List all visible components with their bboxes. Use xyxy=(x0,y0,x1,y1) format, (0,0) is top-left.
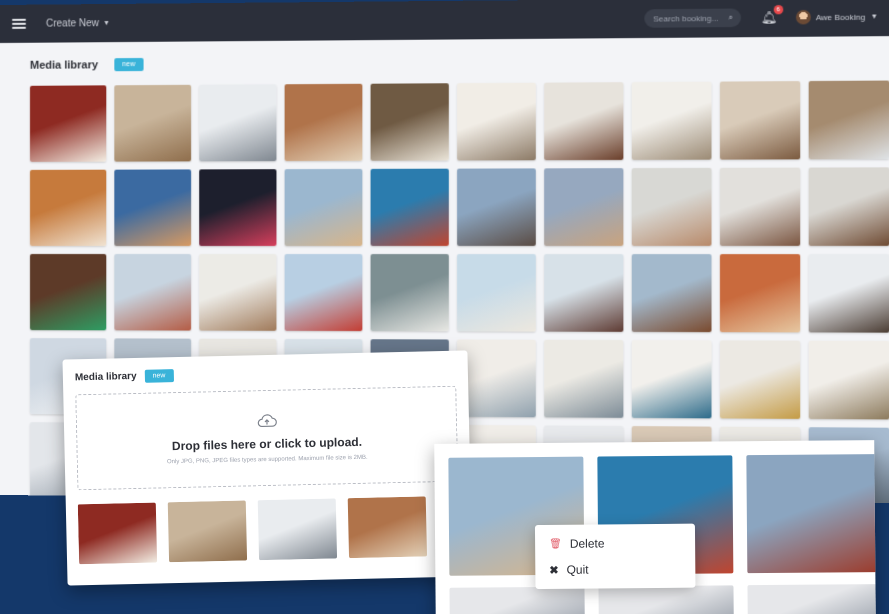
media-tile-lounge[interactable] xyxy=(719,81,801,160)
media-tile-forest-cabin[interactable] xyxy=(370,254,449,332)
media-tile-row-houses[interactable] xyxy=(114,254,192,331)
search-input[interactable]: Search booking... ⌕ xyxy=(644,8,742,28)
media-tile-living-blue[interactable] xyxy=(544,339,624,418)
media-tile-city-chicago[interactable] xyxy=(457,168,536,246)
chevron-down-icon: ▼ xyxy=(870,12,878,21)
media-tile-man-beard[interactable] xyxy=(808,167,889,246)
trash-icon: 🗑︎ xyxy=(549,538,562,550)
user-name: Awe Booking xyxy=(815,12,866,22)
quit-menu-item[interactable]: ✖ Quit xyxy=(535,556,695,583)
upload-new-button[interactable]: new xyxy=(144,369,174,383)
media-tile-compass[interactable] xyxy=(808,254,889,333)
context-menu: 🗑︎ Delete ✖ Quit xyxy=(534,523,696,590)
upload-thumb-office[interactable] xyxy=(167,500,248,563)
file-dropzone[interactable]: Drop files here or click to upload. Only… xyxy=(75,385,459,491)
media-tile-cottage[interactable] xyxy=(544,254,624,332)
upload-dialog: Media library new Drop files here or cli… xyxy=(62,350,473,586)
cloud-upload-icon xyxy=(257,414,277,428)
upload-thumb-library[interactable] xyxy=(347,496,428,559)
media-tile-library-room[interactable] xyxy=(284,83,363,162)
upload-thumb-cafe[interactable] xyxy=(77,502,158,565)
close-icon: ✖ xyxy=(549,564,559,577)
media-tile-room-2[interactable] xyxy=(457,339,536,418)
media-tile-fireplace[interactable] xyxy=(544,82,624,161)
media-tile-man-glasses[interactable] xyxy=(631,167,712,246)
avatar xyxy=(795,9,811,25)
media-tile-white-house[interactable] xyxy=(457,254,536,332)
media-tile-street-flags[interactable] xyxy=(114,169,192,246)
media-tile-restaurant[interactable] xyxy=(808,80,889,160)
media-tile-cafe-red[interactable] xyxy=(29,85,107,162)
search-placeholder: Search booking... xyxy=(653,13,719,24)
page-title: Media library xyxy=(29,58,99,72)
ctx-tile-golden-gate-lower[interactable] xyxy=(598,585,734,614)
media-tile-white-room[interactable] xyxy=(199,254,277,331)
search-icon: ⌕ xyxy=(728,12,733,22)
bell-icon[interactable]: 🔔︎ 6 xyxy=(760,5,783,25)
media-tile-office-hall[interactable] xyxy=(114,84,192,162)
media-tile-golden-gate[interactable] xyxy=(370,168,449,246)
ctx-tile-chicago-lower[interactable] xyxy=(747,584,876,614)
dropzone-title: Drop files here or click to upload. xyxy=(171,434,363,454)
image-context-panel: 🗑︎ Delete ✖ Quit xyxy=(434,440,876,614)
dropzone-hint: Only JPG, PNG, JPEG files types are supp… xyxy=(166,454,368,466)
media-tile-loft-living[interactable] xyxy=(370,83,449,161)
notification-badge: 6 xyxy=(773,5,783,15)
media-tile-dining[interactable] xyxy=(457,82,536,161)
media-tile-red-roof[interactable] xyxy=(284,254,363,332)
media-tile-workspace[interactable] xyxy=(29,169,107,246)
create-new-dropdown[interactable]: Create New ▼ xyxy=(46,17,111,30)
library-header: Media library new xyxy=(30,53,886,72)
create-new-label: Create New xyxy=(46,17,100,30)
media-tile-beach[interactable] xyxy=(284,168,363,246)
media-tile-times-square[interactable] xyxy=(199,169,277,246)
media-tile-downtown[interactable] xyxy=(544,168,624,246)
user-menu[interactable]: Awe Booking ▼ xyxy=(795,9,878,25)
upload-thumbnails xyxy=(77,495,461,565)
upload-title: Media library xyxy=(74,370,137,384)
media-tile-brick-house[interactable] xyxy=(631,254,712,333)
quit-label: Quit xyxy=(566,562,589,577)
media-tile-studio[interactable] xyxy=(631,81,712,160)
delete-label: Delete xyxy=(569,536,605,551)
upload-header: Media library new xyxy=(75,363,456,385)
media-tile-living-gray[interactable] xyxy=(199,84,277,162)
hamburger-menu-icon[interactable] xyxy=(11,18,26,29)
chevron-down-icon: ▼ xyxy=(103,19,111,27)
media-tile-woman-smile[interactable] xyxy=(719,167,801,246)
upload-thumb-living[interactable] xyxy=(257,498,338,561)
delete-menu-item[interactable]: 🗑︎ Delete xyxy=(535,530,695,557)
ctx-tile-chicago[interactable] xyxy=(746,454,876,574)
media-tile-man-green[interactable] xyxy=(29,254,107,331)
media-tile-bedroom[interactable] xyxy=(631,340,712,419)
ctx-tile-beach-lower[interactable] xyxy=(449,586,585,614)
media-tile-yellow-art[interactable] xyxy=(719,340,801,419)
media-tile-wardrobe[interactable] xyxy=(808,340,889,420)
media-tile-canyon[interactable] xyxy=(719,254,801,333)
new-button[interactable]: new xyxy=(114,57,144,72)
